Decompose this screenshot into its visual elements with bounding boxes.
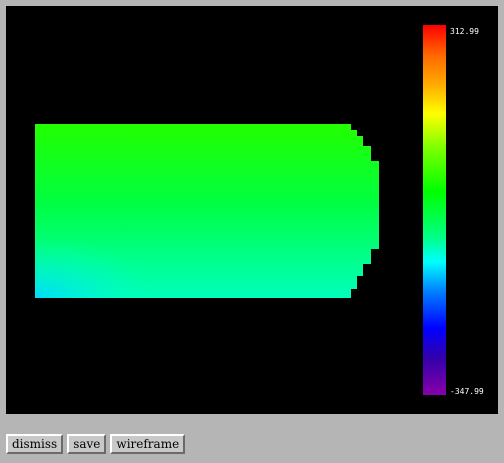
wireframe-button[interactable]: wireframe xyxy=(110,434,186,454)
colorbar-max-label: 312.99 xyxy=(450,27,479,36)
colorbar-min-label: -347.99 xyxy=(450,387,484,396)
viz-window: 312.99 -347.99 dismiss save wireframe xyxy=(0,0,504,463)
button-bar: dismiss save wireframe xyxy=(6,434,186,456)
plot-viewport[interactable]: 312.99 -347.99 xyxy=(6,6,498,414)
dismiss-button[interactable]: dismiss xyxy=(6,434,64,454)
save-button[interactable]: save xyxy=(67,434,107,454)
field-corner-shade xyxy=(35,124,379,298)
colorbar xyxy=(423,25,446,395)
